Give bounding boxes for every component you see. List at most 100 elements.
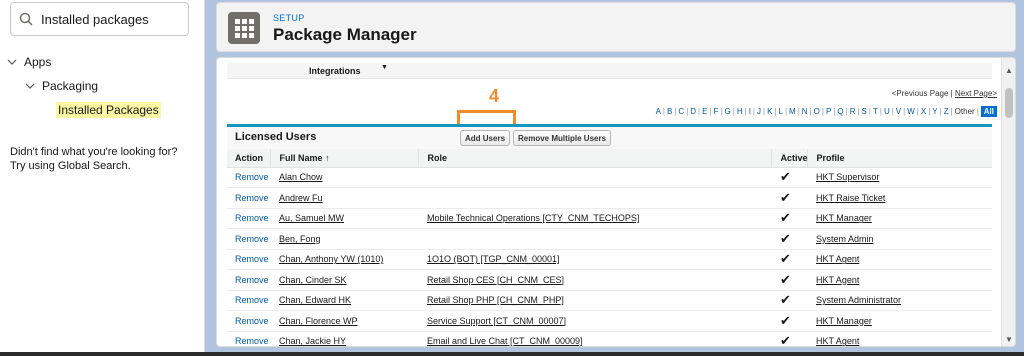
remove-multiple-users-button[interactable]: Remove Multiple Users: [513, 130, 612, 146]
integrations-label[interactable]: Integrations: [309, 66, 361, 76]
user-name-link[interactable]: Alan Chow: [270, 167, 419, 188]
remove-link[interactable]: Remove: [227, 249, 271, 270]
alphabet-filter-n[interactable]: N: [802, 107, 808, 116]
alphabet-filter-h[interactable]: H: [737, 107, 743, 116]
role-link[interactable]: [418, 187, 772, 209]
table-row: Remove Alan Chow ✔ HKT Supervisor: [227, 167, 992, 188]
alphabet-filter-s[interactable]: S: [862, 107, 867, 116]
alphabet-separator: |: [976, 107, 979, 116]
alphabet-filter-o[interactable]: O: [814, 107, 820, 116]
column-header-active[interactable]: Active: [771, 149, 808, 168]
caret-down-icon[interactable]: ▼: [381, 64, 388, 71]
tree-item-packaging[interactable]: Packaging: [6, 74, 161, 98]
remove-link[interactable]: Remove: [227, 228, 271, 250]
role-link[interactable]: Email and Live Chat [CT_CNM_00009]: [418, 331, 772, 346]
alphabet-filter-v[interactable]: V: [896, 107, 901, 116]
role-link[interactable]: 1O1O (BOT) [TGP_CNM_00001]: [418, 249, 772, 270]
tree-item-apps[interactable]: Apps: [6, 50, 161, 74]
alphabet-filter-all[interactable]: All: [980, 106, 997, 117]
remove-link[interactable]: Remove: [227, 310, 271, 332]
alphabet-filter-w[interactable]: W: [907, 107, 915, 116]
alphabet-filter-x[interactable]: X: [921, 107, 926, 116]
user-name-link[interactable]: Chan, Florence WP: [270, 310, 419, 332]
alphabet-filter-b[interactable]: B: [667, 107, 672, 116]
scrollbar-thumb[interactable]: [1005, 88, 1013, 118]
alphabet-separator: |: [939, 107, 942, 116]
alphabet-filter-e[interactable]: E: [702, 107, 707, 116]
user-name-link[interactable]: Au, Samuel MW: [270, 208, 419, 229]
alphabet-filter-f[interactable]: F: [714, 107, 719, 116]
active-check-icon: ✔: [771, 290, 808, 311]
remove-link[interactable]: Remove: [227, 331, 271, 346]
next-page-link[interactable]: Next Page>: [955, 89, 997, 98]
remove-link[interactable]: Remove: [227, 187, 271, 209]
user-name-link[interactable]: Andrew Fu: [270, 187, 419, 209]
role-link[interactable]: Mobile Technical Operations [CTY_CNM_TEC…: [418, 208, 772, 229]
profile-link[interactable]: HKT Supervisor: [807, 167, 992, 188]
user-name-link[interactable]: Chan, Jackie HY: [270, 331, 419, 346]
profile-link[interactable]: HKT Manager: [807, 310, 992, 332]
column-header-role[interactable]: Role: [418, 149, 772, 168]
chevron-down-icon[interactable]: [24, 80, 36, 92]
column-header-profile[interactable]: Profile: [807, 149, 992, 168]
previous-page: <Previous Page: [891, 89, 949, 98]
alphabet-filter-y[interactable]: Y: [932, 107, 937, 116]
profile-link[interactable]: System Admin: [807, 228, 992, 250]
add-users-button[interactable]: Add Users: [460, 130, 511, 146]
search-input[interactable]: Installed packages: [41, 12, 149, 27]
alphabet-filter-d[interactable]: D: [690, 107, 696, 116]
alphabet-filter-c[interactable]: C: [678, 107, 684, 116]
role-link[interactable]: [418, 167, 772, 188]
profile-link[interactable]: HKT Agent: [807, 331, 992, 346]
remove-link[interactable]: Remove: [227, 167, 271, 188]
integrations-tab[interactable]: Integrations ▼: [227, 63, 992, 79]
remove-link[interactable]: Remove: [227, 290, 271, 311]
profile-link[interactable]: HKT Agent: [807, 249, 992, 270]
user-name-link[interactable]: Chan, Cinder SK: [270, 269, 419, 291]
quick-find-search[interactable]: Installed packages: [10, 2, 189, 36]
alphabet-filter-m[interactable]: M: [789, 107, 796, 116]
alphabet-filter-q[interactable]: Q: [837, 107, 843, 116]
scroll-down-icon[interactable]: ▼: [1005, 335, 1013, 344]
scroll-up-icon[interactable]: ▲: [1005, 66, 1013, 75]
setup-grid-icon: [228, 12, 260, 44]
user-name-link[interactable]: Chan, Edward HK: [270, 290, 419, 311]
user-name-link[interactable]: Chan, Anthony YW (1010): [270, 249, 419, 270]
alphabet-separator: |: [774, 107, 777, 116]
role-link[interactable]: Retail Shop CES [CH_CNM_CES]: [418, 269, 772, 291]
remove-link[interactable]: Remove: [227, 269, 271, 291]
alphabet-filter-g[interactable]: G: [725, 107, 731, 116]
alphabet-filter-l[interactable]: L: [779, 107, 783, 116]
alphabet-filter-z[interactable]: Z: [944, 107, 949, 116]
role-link[interactable]: Service Support [CT_CNM_00007]: [418, 310, 772, 332]
user-name-link[interactable]: Ben, Fong: [270, 228, 419, 250]
alphabet-filter-k[interactable]: K: [767, 107, 772, 116]
alphabet-filter-a[interactable]: A: [656, 107, 661, 116]
alphabet-separator: |: [732, 107, 735, 116]
alphabet-separator: |: [763, 107, 766, 116]
column-header-full-name[interactable]: Full Name ↑: [270, 149, 419, 168]
vertical-scrollbar[interactable]: ▲ ▼: [1001, 58, 1015, 346]
role-link[interactable]: Retail Shop PHP [CH_CNM_PHP]: [418, 290, 772, 311]
active-check-icon: ✔: [771, 208, 808, 229]
alphabet-filter-j[interactable]: J: [757, 107, 761, 116]
remove-link[interactable]: Remove: [227, 208, 271, 229]
alphabet-filter-i[interactable]: I: [749, 107, 751, 116]
page-header: SETUP Package Manager: [216, 2, 1016, 52]
profile-link[interactable]: HKT Agent: [807, 269, 992, 291]
chevron-down-icon[interactable]: [6, 56, 18, 68]
alphabet-filter: A | B | C | D | E | F | G | H | I | J | K | L | M | N | O | P | Q | R | S | T |…: [656, 106, 997, 117]
alphabet-filter-other[interactable]: Other: [955, 107, 975, 116]
pager-separator: |: [950, 89, 953, 98]
role-link[interactable]: [418, 228, 772, 250]
tree-item-installed-packages[interactable]: Installed Packages: [6, 98, 161, 122]
profile-link[interactable]: System Administrator: [807, 290, 992, 311]
tree-item-label[interactable]: Installed Packages: [56, 102, 161, 118]
profile-link[interactable]: HKT Manager: [807, 208, 992, 229]
profile-link[interactable]: HKT Raise Ticket: [807, 187, 992, 209]
alphabet-filter-u[interactable]: U: [884, 107, 890, 116]
column-header-action: Action: [227, 149, 271, 168]
alphabet-filter-p[interactable]: P: [826, 107, 831, 116]
alphabet-filter-r[interactable]: R: [850, 107, 856, 116]
alphabet-filter-t[interactable]: T: [873, 107, 878, 116]
